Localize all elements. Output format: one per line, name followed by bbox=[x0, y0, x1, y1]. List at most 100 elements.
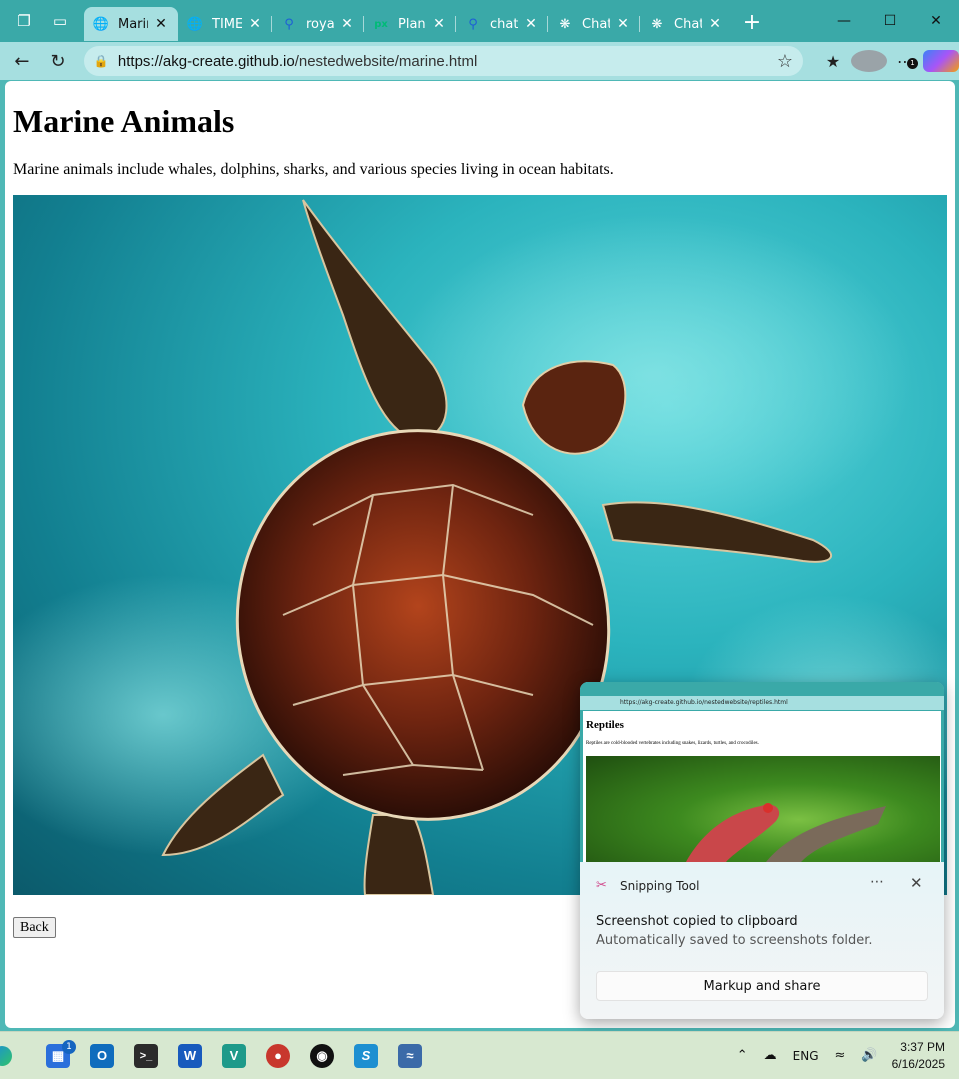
thumbnail-heading: Reptiles bbox=[586, 719, 624, 731]
taskbar-vs[interactable]: V bbox=[212, 1034, 256, 1078]
screen-recorder-icon: ● bbox=[266, 1043, 290, 1068]
notification-body: ✂ Snipping Tool ⋯ ✕ Screenshot copied to… bbox=[580, 862, 944, 1019]
s-app-icon: S bbox=[354, 1043, 378, 1068]
markup-and-share-button[interactable]: Markup and share bbox=[596, 971, 928, 1001]
search-icon: ⚲ bbox=[284, 16, 294, 32]
tab-label: Planet bbox=[398, 16, 426, 32]
close-tab-icon[interactable]: ✕ bbox=[614, 16, 632, 32]
tab-time[interactable]: 🌐 TIME ✕ bbox=[178, 7, 272, 41]
px-icon: px bbox=[374, 18, 388, 30]
tab-label: chatg bbox=[490, 16, 518, 32]
visual-studio-icon: V bbox=[222, 1043, 246, 1068]
globe-icon: 🌐 bbox=[186, 16, 204, 32]
edge-icon bbox=[0, 1045, 12, 1066]
taskbar-wireshark[interactable]: ≈ bbox=[388, 1034, 432, 1078]
new-tab-button[interactable]: + bbox=[736, 10, 768, 35]
close-tab-icon[interactable]: ✕ bbox=[246, 16, 264, 32]
taskbar-store[interactable]: ▦ 1 bbox=[36, 1034, 80, 1078]
workspaces-icon[interactable]: ❐ bbox=[8, 5, 40, 37]
tab-label: TIME bbox=[212, 16, 242, 32]
tab-chatgpt-search[interactable]: ⚲ chatg ✕ bbox=[456, 7, 548, 41]
lizard-image bbox=[586, 756, 940, 862]
notification-app: ✂ Snipping Tool bbox=[596, 878, 699, 894]
system-tray: ⌃ ☁ ENG ≈ 🔊 3:37 PM 6/16/2025 bbox=[729, 1032, 959, 1079]
lizard-illustration bbox=[686, 803, 886, 862]
close-window-icon[interactable]: ✕ bbox=[913, 0, 959, 42]
close-tab-icon[interactable]: ✕ bbox=[522, 16, 540, 32]
language-indicator[interactable]: ENG bbox=[785, 1049, 827, 1063]
tab-chatgpt-1[interactable]: ❋ ChatG ✕ bbox=[548, 7, 640, 41]
url-path: /nestedwebsite/marine.html bbox=[294, 52, 478, 70]
tab-royalty[interactable]: ⚲ royalt ✕ bbox=[272, 7, 364, 41]
close-tab-icon[interactable]: ✕ bbox=[706, 16, 724, 32]
word-icon: W bbox=[178, 1043, 202, 1068]
page-description: Marine animals include whales, dolphins,… bbox=[13, 161, 614, 178]
chatgpt-icon: ❋ bbox=[651, 16, 663, 32]
tab-marine[interactable]: 🌐 Marine ✕ bbox=[84, 7, 178, 41]
tab-strip: ❐ ▭ 🌐 Marine ✕ 🌐 TIME ✕ ⚲ royalt ✕ px Pl… bbox=[0, 0, 959, 42]
copilot-icon[interactable] bbox=[923, 50, 959, 72]
screenshot-thumbnail[interactable]: https://akg-create.github.io/nestedwebsi… bbox=[580, 682, 944, 862]
taskbar-github[interactable]: ◉ bbox=[300, 1034, 344, 1078]
lock-icon[interactable]: 🔒 bbox=[94, 54, 114, 68]
thumbnail-tab-strip bbox=[580, 682, 944, 696]
toolbar-right: ★ ⋯ 1 bbox=[815, 50, 959, 72]
clock-date: 6/16/2025 bbox=[891, 1056, 945, 1071]
store-badge: 1 bbox=[62, 1039, 76, 1054]
notification-badge: 1 bbox=[907, 57, 918, 69]
snipping-tool-notification[interactable]: https://akg-create.github.io/nestedwebsi… bbox=[580, 682, 944, 1019]
minimize-icon[interactable]: — bbox=[821, 0, 867, 42]
thumbnail-address-bar: https://akg-create.github.io/nestedwebsi… bbox=[580, 696, 944, 710]
taskbar-word[interactable]: W bbox=[168, 1034, 212, 1078]
thumbnail-page: Reptiles Reptiles are cold-blooded verte… bbox=[583, 711, 941, 862]
close-tab-icon[interactable]: ✕ bbox=[338, 16, 356, 32]
favorites-icon[interactable]: ★ bbox=[815, 52, 851, 71]
vertical-tabs-icon[interactable]: ▭ bbox=[44, 5, 76, 37]
notification-title: Screenshot copied to clipboard bbox=[596, 914, 798, 929]
tab-label: ChatG bbox=[674, 16, 702, 32]
maximize-icon[interactable]: ☐ bbox=[867, 0, 913, 42]
taskbar-app-s[interactable]: S bbox=[344, 1034, 388, 1078]
taskbar-recorder[interactable]: ● bbox=[256, 1034, 300, 1078]
tab-chatgpt-2[interactable]: ❋ ChatG ✕ bbox=[640, 7, 732, 41]
taskbar-outlook[interactable]: O bbox=[80, 1034, 124, 1078]
wifi-icon[interactable]: ≈ bbox=[827, 1048, 854, 1063]
notification-subtitle: Automatically saved to screenshots folde… bbox=[596, 933, 873, 948]
terminal-icon: >_ bbox=[134, 1043, 158, 1068]
thumbnail-text: Reptiles are cold-blooded vertebrates in… bbox=[586, 741, 759, 746]
more-options-icon[interactable]: ⋯ 1 bbox=[887, 52, 923, 71]
app-name: Snipping Tool bbox=[620, 879, 700, 893]
window-controls: — ☐ ✕ bbox=[821, 0, 959, 42]
tab-label: royalt bbox=[306, 16, 334, 32]
volume-icon[interactable]: 🔊 bbox=[853, 1048, 885, 1063]
onedrive-icon[interactable]: ☁ bbox=[756, 1048, 785, 1063]
close-tab-icon[interactable]: ✕ bbox=[152, 16, 170, 32]
search-icon: ⚲ bbox=[468, 16, 478, 32]
back-arrow-icon[interactable]: ← bbox=[4, 45, 40, 77]
clock[interactable]: 3:37 PM 6/16/2025 bbox=[886, 1039, 959, 1073]
outlook-icon: O bbox=[90, 1043, 114, 1068]
page-title: Marine Animals bbox=[13, 103, 235, 139]
chevron-up-icon[interactable]: ⌃ bbox=[729, 1048, 756, 1063]
url-domain: https://akg-create.github.io bbox=[117, 52, 295, 70]
back-button[interactable]: Back bbox=[13, 917, 56, 938]
close-notification-icon[interactable]: ✕ bbox=[910, 874, 923, 892]
profile-avatar[interactable] bbox=[851, 50, 887, 72]
address-bar[interactable]: 🔒 https://akg-create.github.io/nestedweb… bbox=[83, 46, 803, 76]
url-text: https://akg-create.github.io/nestedwebsi… bbox=[118, 53, 777, 70]
taskbar: ▦ 1 O >_ W V ● ◉ S ≈ ⌃ ☁ ENG ≈ 🔊 3:37 PM… bbox=[0, 1031, 959, 1079]
close-tab-icon[interactable]: ✕ bbox=[430, 16, 448, 32]
tab-label: ChatG bbox=[582, 16, 610, 32]
wireshark-icon: ≈ bbox=[398, 1043, 422, 1068]
taskbar-edge[interactable] bbox=[0, 1034, 22, 1078]
github-icon: ◉ bbox=[310, 1043, 334, 1068]
navigation-bar: ← ↻ 🔒 https://akg-create.github.io/neste… bbox=[0, 42, 959, 80]
tab-planet[interactable]: px Planet ✕ bbox=[364, 7, 456, 41]
copilot-logo bbox=[923, 50, 959, 72]
taskbar-terminal[interactable]: >_ bbox=[124, 1034, 168, 1078]
refresh-icon[interactable]: ↻ bbox=[40, 45, 76, 77]
tab-label: Marine bbox=[118, 16, 148, 32]
globe-icon: 🌐 bbox=[92, 16, 110, 32]
more-options-icon[interactable]: ⋯ bbox=[870, 874, 884, 890]
favorite-star-icon[interactable]: ☆ bbox=[777, 51, 793, 72]
